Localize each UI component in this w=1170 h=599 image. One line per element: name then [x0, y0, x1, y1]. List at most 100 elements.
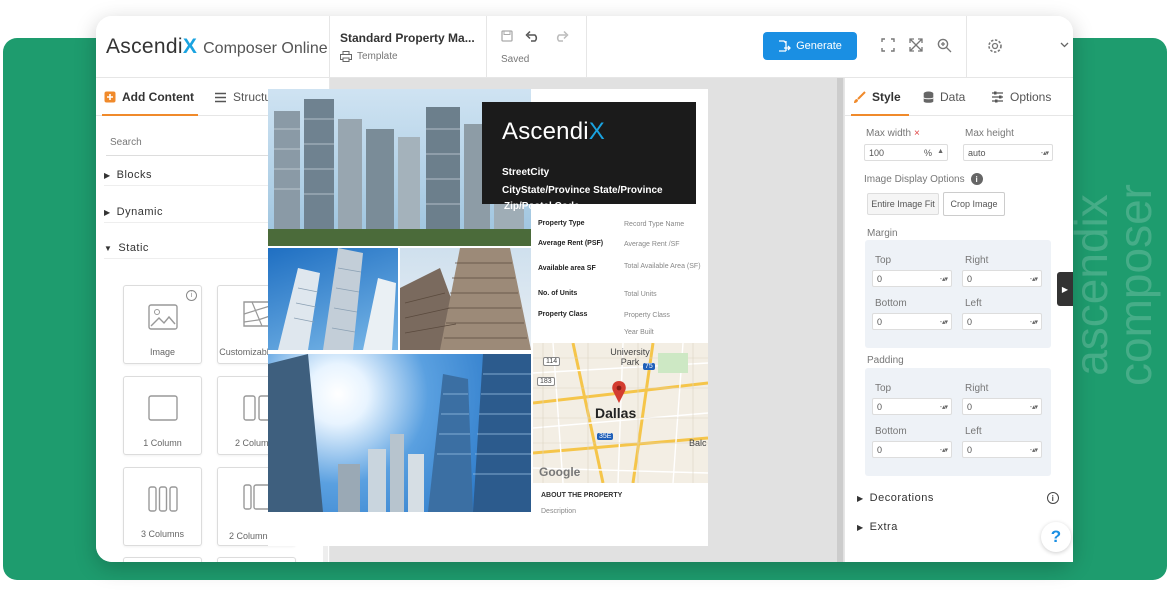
- tile-image[interactable]: i Image: [123, 285, 202, 364]
- stepper-icon[interactable]: - ▴▾: [1030, 446, 1038, 454]
- highrise-graphic: [400, 248, 531, 350]
- padding-bottom-input[interactable]: 0 - ▴▾: [872, 441, 952, 458]
- fullscreen-icon[interactable]: [909, 38, 923, 52]
- gear-icon[interactable]: [987, 38, 1003, 54]
- brush-icon: [854, 90, 866, 103]
- tab-add-content[interactable]: Add Content: [104, 90, 194, 104]
- top-bar: AscendiX Composer Online Standard Propert…: [96, 16, 1073, 78]
- stepper-icon[interactable]: - ▴▾: [1030, 318, 1038, 326]
- tab-label: Data: [940, 90, 966, 104]
- caret-right-icon: ▶: [857, 523, 864, 532]
- template-logo: AscendiX: [502, 118, 605, 146]
- section-label: Extra: [869, 521, 898, 533]
- property-photo-2[interactable]: [268, 248, 398, 350]
- padding-top-value: 0: [877, 401, 883, 412]
- divider: [586, 16, 587, 78]
- search-placeholder: Search: [110, 137, 142, 148]
- max-height-input[interactable]: auto - ▴▾: [963, 144, 1053, 161]
- padding-right-label: Right: [965, 383, 989, 394]
- location-map[interactable]: University Park Dallas Balc 114 183 35E …: [533, 343, 708, 483]
- stepper-icon[interactable]: ▲: [937, 148, 944, 158]
- tab-options[interactable]: Options: [991, 90, 1051, 104]
- tab-style[interactable]: Style: [853, 90, 901, 104]
- stepper-icon[interactable]: - ▴▾: [1030, 275, 1038, 283]
- margin-top-value: 0: [877, 273, 883, 284]
- stepper-icon[interactable]: - ▴▾: [940, 318, 948, 326]
- caret-down-icon: ▼: [104, 243, 113, 253]
- max-height-value: auto: [968, 147, 986, 158]
- app-logo[interactable]: AscendiX Composer Online: [106, 35, 328, 59]
- stepper-icon[interactable]: - ▴▾: [1041, 149, 1049, 157]
- document-type: Template: [340, 51, 398, 62]
- padding-top-input[interactable]: 0 - ▴▾: [872, 398, 952, 415]
- towers-graphic: [278, 248, 396, 350]
- stepper-icon[interactable]: - ▴▾: [940, 403, 948, 411]
- tab-label: Add Content: [122, 90, 194, 104]
- margin-right-input[interactable]: 0 - ▴▾: [962, 270, 1042, 287]
- info-icon[interactable]: i: [186, 290, 197, 301]
- unit-label: %: [924, 147, 933, 158]
- max-width-text: Max width: [866, 128, 912, 139]
- document-title[interactable]: Standard Property Ma...: [340, 31, 476, 45]
- tab-label: Style: [872, 90, 901, 104]
- help-button[interactable]: ?: [1041, 522, 1071, 552]
- generate-button[interactable]: Generate: [763, 32, 857, 60]
- fit-page-icon[interactable]: [881, 38, 895, 52]
- tab-data[interactable]: Data: [923, 90, 965, 104]
- stepper-icon[interactable]: - ▴▾: [940, 275, 948, 283]
- property-photo-3[interactable]: [400, 248, 531, 350]
- margin-bottom-input[interactable]: 0 - ▴▾: [872, 313, 952, 330]
- product-name: Composer Online: [203, 40, 328, 57]
- plus-square-icon: [104, 91, 116, 103]
- tile-more[interactable]: i: [217, 557, 296, 562]
- three-columns-icon: [124, 486, 201, 512]
- about-title: ABOUT THE PROPERTY: [541, 492, 623, 499]
- chevron-down-icon[interactable]: [1060, 42, 1069, 48]
- image-display-label: Image Display Options i: [864, 173, 983, 185]
- stepper-icon[interactable]: - ▴▾: [1030, 403, 1038, 411]
- info-icon[interactable]: i: [1047, 492, 1059, 504]
- section-extra[interactable]: ▶ Extra: [857, 516, 1037, 538]
- info-icon[interactable]: i: [970, 173, 983, 185]
- brand-header-block[interactable]: AscendiX StreetCity CityState/Province S…: [482, 102, 696, 212]
- stepper-icon[interactable]: - ▴▾: [940, 446, 948, 454]
- caret-right-icon: ▶: [104, 207, 111, 217]
- property-value: Property Class: [624, 312, 670, 319]
- panel-toggle-handle[interactable]: ▶: [1057, 272, 1073, 306]
- image-icon: [124, 304, 201, 330]
- property-value: Total Units: [624, 291, 657, 298]
- tab-label: Options: [1010, 90, 1052, 104]
- property-key: Property Type: [538, 220, 585, 227]
- entire-image-fit-button[interactable]: Entire Image Fit: [867, 193, 939, 215]
- section-label: Dynamic: [116, 205, 163, 218]
- property-value: Total Available Area (SF): [624, 263, 701, 270]
- margin-top-input[interactable]: 0 - ▴▾: [872, 270, 952, 287]
- margin-bottom-label: Bottom: [875, 298, 907, 309]
- active-tab-indicator: [102, 114, 198, 116]
- padding-bottom-label: Bottom: [875, 426, 907, 437]
- save-icon[interactable]: [501, 30, 513, 42]
- property-photo-4[interactable]: [268, 354, 531, 512]
- tile-more[interactable]: i: [123, 557, 202, 562]
- undo-icon[interactable]: [525, 30, 541, 42]
- tile-label: 1 Column: [143, 438, 182, 448]
- max-width-input[interactable]: 100% ▲: [864, 144, 948, 161]
- section-decorations[interactable]: ▶ Decorations i: [857, 487, 1059, 509]
- padding-bottom-value: 0: [877, 444, 883, 455]
- tile-3-columns[interactable]: 3 Columns: [123, 467, 202, 546]
- clear-icon[interactable]: ×: [914, 128, 920, 139]
- padding-left-input[interactable]: 0 - ▴▾: [962, 441, 1042, 458]
- padding-label: Padding: [867, 355, 904, 366]
- crop-image-button[interactable]: Crop Image: [943, 192, 1005, 216]
- zoom-icon[interactable]: [937, 38, 952, 53]
- property-key: Property Class: [538, 311, 588, 318]
- margin-left-input[interactable]: 0 - ▴▾: [962, 313, 1042, 330]
- padding-right-input[interactable]: 0 - ▴▾: [962, 398, 1042, 415]
- canvas-scrollbar[interactable]: [837, 78, 843, 562]
- padding-top-label: Top: [875, 383, 892, 394]
- margin-group: Top 0- ▴▾ Right 0- ▴▾ Bottom 0- ▴▾ Left …: [865, 240, 1051, 348]
- tile-1-column[interactable]: 1 Column: [123, 376, 202, 455]
- max-width-label: Max width ×: [866, 128, 920, 139]
- redo-icon[interactable]: [553, 30, 569, 42]
- tile-label: 3 Columns: [140, 529, 185, 539]
